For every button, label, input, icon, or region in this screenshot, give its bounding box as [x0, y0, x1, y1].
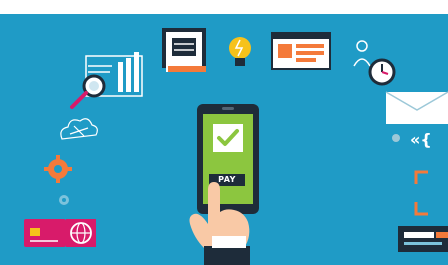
pay-button-label: PAY	[218, 175, 236, 184]
credit-card-icon	[24, 219, 66, 247]
envelope-icon	[385, 91, 448, 124]
svg-text:«{: «{	[410, 130, 432, 149]
lightbulb-icon	[229, 37, 251, 66]
illustration-svg: «{	[24, 28, 448, 265]
gear-icon	[44, 155, 72, 183]
person-icon	[353, 40, 371, 67]
browser-window-icon	[271, 32, 331, 70]
payment-terminal-icon	[398, 226, 448, 252]
smartphone-icon	[197, 104, 259, 214]
magnifier-icon	[70, 74, 106, 109]
code-icon: «{	[392, 130, 432, 149]
document-icon	[162, 28, 206, 72]
clock-icon	[368, 58, 396, 86]
checkmark-icon	[213, 124, 243, 152]
globe-icon	[66, 219, 96, 247]
focus-frame-icon	[414, 170, 428, 216]
cloud-network-icon	[60, 118, 98, 140]
illustration-scene: «{PAY	[0, 14, 448, 265]
small-gear-icon	[59, 195, 69, 205]
